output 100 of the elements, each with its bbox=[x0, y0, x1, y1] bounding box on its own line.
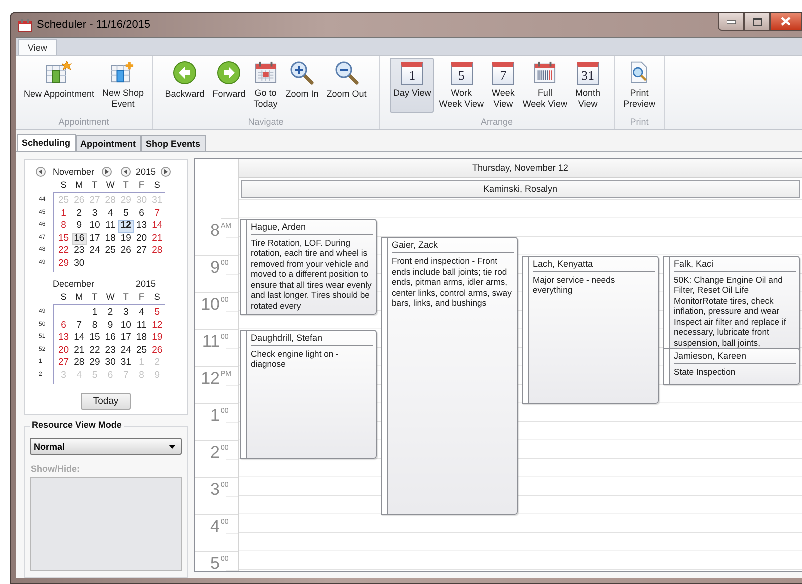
day-cell[interactable]: 25 bbox=[102, 245, 118, 258]
day-cell[interactable]: 20 bbox=[56, 344, 72, 357]
day-cell[interactable]: 2 bbox=[72, 208, 88, 220]
day-cell[interactable]: 17 bbox=[118, 332, 134, 344]
calendar-icon: 31 bbox=[577, 62, 600, 85]
ribbon-button[interactable]: Zoom In bbox=[282, 58, 322, 113]
day-cell[interactable]: 11 bbox=[134, 320, 150, 332]
day-cell[interactable]: 29 bbox=[87, 357, 103, 370]
ribbon-button[interactable]: Backward bbox=[162, 58, 208, 113]
ribbon-button[interactable]: Print Preview bbox=[620, 58, 658, 113]
day-cell[interactable]: 27 bbox=[56, 357, 72, 370]
day-cell[interactable]: 6 bbox=[56, 320, 72, 332]
appointment[interactable]: Gaier, Zack Front end inspection - Front ends include ball joints; tie rod ends, pitman arms, idler arms, center links, control arms, sway bars, links, and bushings bbox=[381, 237, 518, 514]
appointment[interactable]: Lach, Kenyatta Major service - needs everything bbox=[522, 256, 659, 404]
day-cell[interactable]: 7 bbox=[72, 320, 88, 332]
today-button[interactable]: Today bbox=[81, 393, 131, 410]
day-cell[interactable]: 10 bbox=[87, 220, 103, 232]
ribbon-button[interactable]: 1 Day View bbox=[390, 58, 434, 113]
day-cell[interactable]: 30 bbox=[72, 258, 88, 270]
day-cell[interactable]: 1 bbox=[56, 208, 72, 220]
close-icon bbox=[781, 17, 791, 26]
day-cell[interactable]: 30 bbox=[102, 357, 118, 370]
day-cell[interactable]: 19 bbox=[150, 332, 166, 344]
day-cell[interactable]: 18 bbox=[134, 332, 150, 344]
day-cell[interactable]: 28 bbox=[150, 245, 166, 258]
ribbon-button[interactable]: Forward bbox=[210, 58, 249, 113]
day-cell[interactable]: 6 bbox=[134, 208, 150, 220]
day-cell[interactable]: 15 bbox=[87, 332, 103, 344]
minimize-icon bbox=[726, 20, 736, 24]
next-icon[interactable] bbox=[102, 166, 112, 176]
ribbon-button[interactable]: New Shop Event bbox=[100, 58, 148, 113]
ribbon-button[interactable]: 7 Week View bbox=[489, 58, 518, 113]
day-cell[interactable]: 21 bbox=[150, 232, 166, 245]
ribbon-button[interactable]: Zoom Out bbox=[324, 58, 370, 113]
ribbon-tab[interactable]: View bbox=[18, 39, 58, 55]
day-cell[interactable]: 31 bbox=[118, 357, 134, 370]
day-cell[interactable]: 8 bbox=[87, 320, 103, 332]
day-cell[interactable]: 22 bbox=[56, 245, 72, 258]
tab[interactable]: Appointment bbox=[76, 135, 142, 151]
day-cell[interactable]: 15 bbox=[56, 232, 72, 245]
day-cell[interactable]: 28 bbox=[72, 357, 88, 370]
day-cell[interactable]: 25 bbox=[134, 344, 150, 357]
day-cell[interactable]: 7 bbox=[150, 208, 166, 220]
day-cell[interactable]: 29 bbox=[56, 258, 72, 270]
day-cell[interactable]: 11 bbox=[102, 220, 118, 232]
appointment[interactable] bbox=[240, 218, 377, 315]
day-cell[interactable]: 22 bbox=[87, 344, 103, 357]
day-cell[interactable]: 16 bbox=[72, 232, 88, 245]
ribbon-button[interactable]: New Appointment bbox=[20, 58, 98, 113]
day-cell[interactable]: 3 bbox=[87, 208, 103, 220]
previous-icon[interactable] bbox=[36, 166, 46, 176]
day-cell[interactable]: 13 bbox=[134, 220, 150, 232]
ribbon-button[interactable]: 31 Month View bbox=[572, 58, 604, 113]
day-cell[interactable]: 5 bbox=[118, 208, 134, 220]
appointment-subject: Gaier, Zack bbox=[392, 239, 514, 253]
day-cell[interactable]: 5 bbox=[150, 307, 166, 320]
day-cell[interactable]: 19 bbox=[118, 232, 134, 245]
day-cell[interactable]: 18 bbox=[102, 232, 118, 245]
mode-dropdown[interactable]: Normal bbox=[30, 438, 182, 456]
ribbon-button[interactable]: Full Week View bbox=[520, 58, 571, 113]
day-cell[interactable]: 23 bbox=[72, 245, 88, 258]
group-label: Arrange bbox=[480, 117, 514, 129]
day-cell[interactable]: 4 bbox=[134, 307, 150, 320]
appointment[interactable]: Daughdrill, Stefan Check engine light on - diagnose bbox=[240, 330, 377, 459]
day-cell[interactable]: 12 bbox=[118, 220, 134, 232]
calendar-icon bbox=[254, 61, 278, 84]
day-cell[interactable]: 14 bbox=[150, 220, 166, 232]
tab[interactable]: Scheduling bbox=[17, 134, 76, 151]
day-cell[interactable]: 16 bbox=[102, 332, 118, 344]
day-cell[interactable]: 9 bbox=[102, 320, 118, 332]
day-cell[interactable]: 24 bbox=[87, 245, 103, 258]
day-cell[interactable]: 14 bbox=[72, 332, 88, 344]
day-cell[interactable]: 26 bbox=[150, 344, 166, 357]
maximize-button[interactable] bbox=[744, 13, 770, 31]
day-cell[interactable]: 3 bbox=[118, 307, 134, 320]
day-cell[interactable]: 21 bbox=[72, 344, 88, 357]
day-cell[interactable]: 10 bbox=[118, 320, 134, 332]
next-icon[interactable] bbox=[161, 166, 171, 176]
day-cell[interactable]: 17 bbox=[87, 232, 103, 245]
day-cell[interactable]: 12 bbox=[150, 320, 166, 332]
minimize-button[interactable] bbox=[718, 13, 744, 31]
day-cell[interactable]: 27 bbox=[134, 245, 150, 258]
ribbon-button[interactable]: 5 Work Week View bbox=[436, 58, 487, 113]
day-cell[interactable]: 8 bbox=[56, 220, 72, 232]
day-cell[interactable]: 4 bbox=[102, 208, 118, 220]
day-cell[interactable]: 24 bbox=[118, 344, 134, 357]
day-cell[interactable]: 23 bbox=[102, 344, 118, 357]
tab[interactable]: Shop Events bbox=[141, 135, 206, 151]
day-cell[interactable]: 2 bbox=[102, 307, 118, 320]
weekday-label: S bbox=[60, 292, 68, 304]
day-cell[interactable]: 1 bbox=[87, 307, 103, 320]
appointment[interactable] bbox=[663, 256, 800, 352]
day-cell[interactable]: 9 bbox=[72, 220, 88, 232]
close-button[interactable] bbox=[770, 13, 802, 31]
day-cell[interactable]: 26 bbox=[118, 245, 134, 258]
day-cell[interactable]: 20 bbox=[134, 232, 150, 245]
ribbon-button[interactable]: Go to Today bbox=[250, 58, 281, 113]
day-cell[interactable]: 13 bbox=[56, 332, 72, 344]
previous-icon[interactable] bbox=[120, 166, 131, 176]
appointment[interactable]: Jamieson, Kareen State Inspection bbox=[663, 348, 800, 385]
